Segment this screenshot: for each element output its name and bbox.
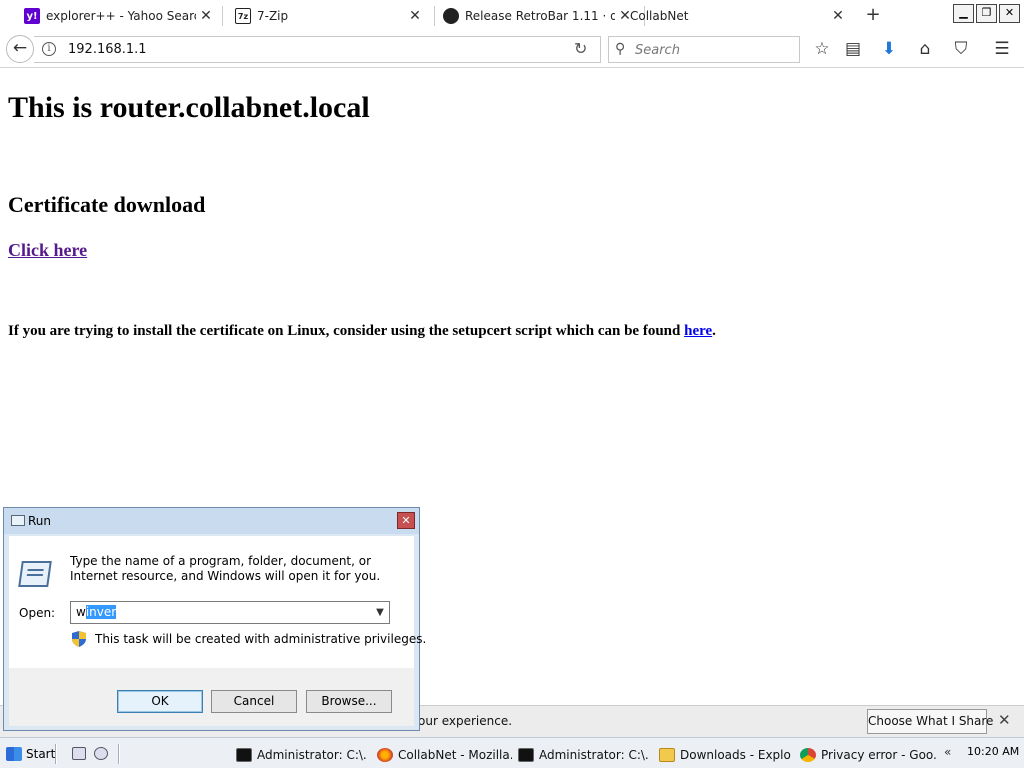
taskbar-item-label: Administrator: C:\... [539, 748, 648, 762]
tab-title: explorer++ - Yahoo Searc... [46, 9, 196, 23]
chevron-down-icon[interactable]: ▼ [373, 603, 387, 622]
back-button[interactable]: ← [6, 35, 34, 63]
page-heading: This is router.collabnet.local [8, 91, 370, 124]
taskbar-item-label: CollabNet - Mozilla... [398, 748, 512, 762]
tab-title: 7-Zip [257, 9, 289, 23]
admin-privileges-note: This task will be created with administr… [95, 632, 427, 646]
close-tab-icon[interactable]: ✕ [828, 8, 848, 24]
cmd-icon [518, 748, 534, 762]
url-bar[interactable]: i 192.168.1.1 ↻ [34, 36, 601, 63]
taskbar-item-label: Administrator: C:\... [257, 748, 366, 762]
tab-strip: y! explorer++ - Yahoo Searc... ✕ 7z 7-Zi… [0, 0, 1024, 32]
linux-instructions-end: . [712, 323, 716, 339]
info-icon[interactable]: i [42, 42, 56, 56]
taskbar-item-cmd-1[interactable]: Administrator: C:\... [236, 744, 366, 766]
switch-windows-icon[interactable] [94, 747, 108, 760]
run-dialog: Run ✕ Type the name of a program, folder… [3, 507, 426, 731]
certificate-heading: Certificate download [8, 192, 206, 217]
chrome-icon [800, 748, 816, 762]
windows-flag-icon [6, 747, 22, 761]
folder-icon [659, 748, 675, 762]
run-dialog-footer: OK Cancel Browse... [9, 668, 414, 726]
search-input[interactable]: ⚲ Search [608, 36, 800, 63]
clock[interactable]: 10:20 AM [967, 745, 1019, 758]
restore-button[interactable]: ❐ [976, 4, 997, 23]
home-icon[interactable]: ⌂ [913, 38, 937, 62]
taskbar-item-firefox[interactable]: CollabNet - Mozilla... [377, 744, 512, 766]
cmd-icon [236, 748, 252, 762]
tab-7zip[interactable]: 7z 7-Zip ✕ [211, 0, 431, 32]
reading-list-icon[interactable]: ▤ [841, 38, 865, 62]
pocket-icon[interactable]: ⛉ [949, 38, 973, 62]
browse-button[interactable]: Browse... [306, 690, 392, 713]
tray-expand-icon[interactable]: « [944, 745, 951, 759]
run-description: Type the name of a program, folder, docu… [70, 554, 381, 583]
cancel-button[interactable]: Cancel [211, 690, 297, 713]
open-label: Open: [19, 606, 56, 620]
taskbar-divider [55, 744, 57, 764]
tab-github-release[interactable]: Release RetroBar 1.11 · dre... ✕ [419, 0, 641, 32]
minimize-button[interactable]: ▁ [953, 4, 974, 23]
search-placeholder: Search [635, 43, 680, 58]
open-combobox[interactable]: winver ▼ [70, 601, 390, 624]
linux-instructions: If you are trying to install the certifi… [8, 323, 716, 340]
url-text[interactable]: 192.168.1.1 [68, 42, 147, 57]
7zip-icon: 7z [235, 8, 251, 24]
run-dialog-titlebar[interactable]: Run ✕ [4, 508, 419, 534]
firefox-icon [377, 748, 393, 762]
github-icon [443, 8, 459, 24]
taskbar-item-downloads[interactable]: Downloads - Explo... [659, 744, 791, 766]
run-program-icon [18, 561, 52, 587]
linux-instructions-text: If you are trying to install the certifi… [8, 323, 685, 339]
start-button[interactable]: Start [6, 743, 55, 765]
taskbar: Start Administrator: C:\... CollabNet - … [0, 737, 1024, 768]
taskbar-item-cmd-2[interactable]: Administrator: C:\... [518, 744, 648, 766]
new-tab-button[interactable]: + [862, 5, 884, 27]
uac-shield-icon [72, 631, 86, 647]
setupcert-link[interactable]: here [684, 323, 712, 339]
close-notification-icon[interactable]: ✕ [998, 711, 1011, 729]
run-close-button[interactable]: ✕ [397, 512, 415, 529]
menu-icon[interactable]: ☰ [990, 38, 1014, 62]
choose-what-i-share-button[interactable]: Choose What I Share [867, 709, 993, 734]
open-input-value[interactable]: winver [76, 605, 117, 619]
yahoo-icon: y! [24, 8, 40, 24]
open-value-prefix: w [76, 605, 86, 619]
taskbar-item-label: Downloads - Explo... [680, 748, 791, 762]
run-dialog-body: Type the name of a program, folder, docu… [9, 536, 426, 726]
tab-title: CollabNet [630, 9, 689, 23]
open-value-selection: inver [85, 605, 117, 619]
ok-button[interactable]: OK [117, 690, 203, 713]
tab-collabnet[interactable]: CollabNet ✕ [630, 0, 854, 32]
bookmark-star-icon[interactable]: ☆ [810, 38, 834, 62]
taskbar-item-label: Privacy error - Goo... [821, 748, 936, 762]
tab-yahoo-search[interactable]: y! explorer++ - Yahoo Searc... ✕ [0, 0, 222, 32]
taskbar-item-chrome[interactable]: Privacy error - Goo... [800, 744, 936, 766]
show-desktop-icon[interactable] [72, 747, 86, 760]
navigation-toolbar: i 192.168.1.1 ↻ ← ⚲ Search ☆ ▤ ⬇ ⌂ ⛉ ☰ [0, 32, 1024, 68]
taskbar-divider [118, 744, 120, 764]
start-label: Start [26, 747, 56, 761]
reload-icon[interactable]: ↻ [574, 39, 587, 58]
downloads-icon[interactable]: ⬇ [877, 38, 901, 62]
certificate-download-link[interactable]: Click here [8, 240, 87, 261]
notification-text: our experience. [418, 714, 513, 728]
search-icon: ⚲ [615, 41, 626, 57]
tab-title: Release RetroBar 1.11 · dre... [465, 9, 615, 23]
run-title-icon [11, 515, 25, 526]
run-dialog-title: Run [28, 514, 52, 528]
close-window-button[interactable]: ✕ [999, 4, 1020, 23]
